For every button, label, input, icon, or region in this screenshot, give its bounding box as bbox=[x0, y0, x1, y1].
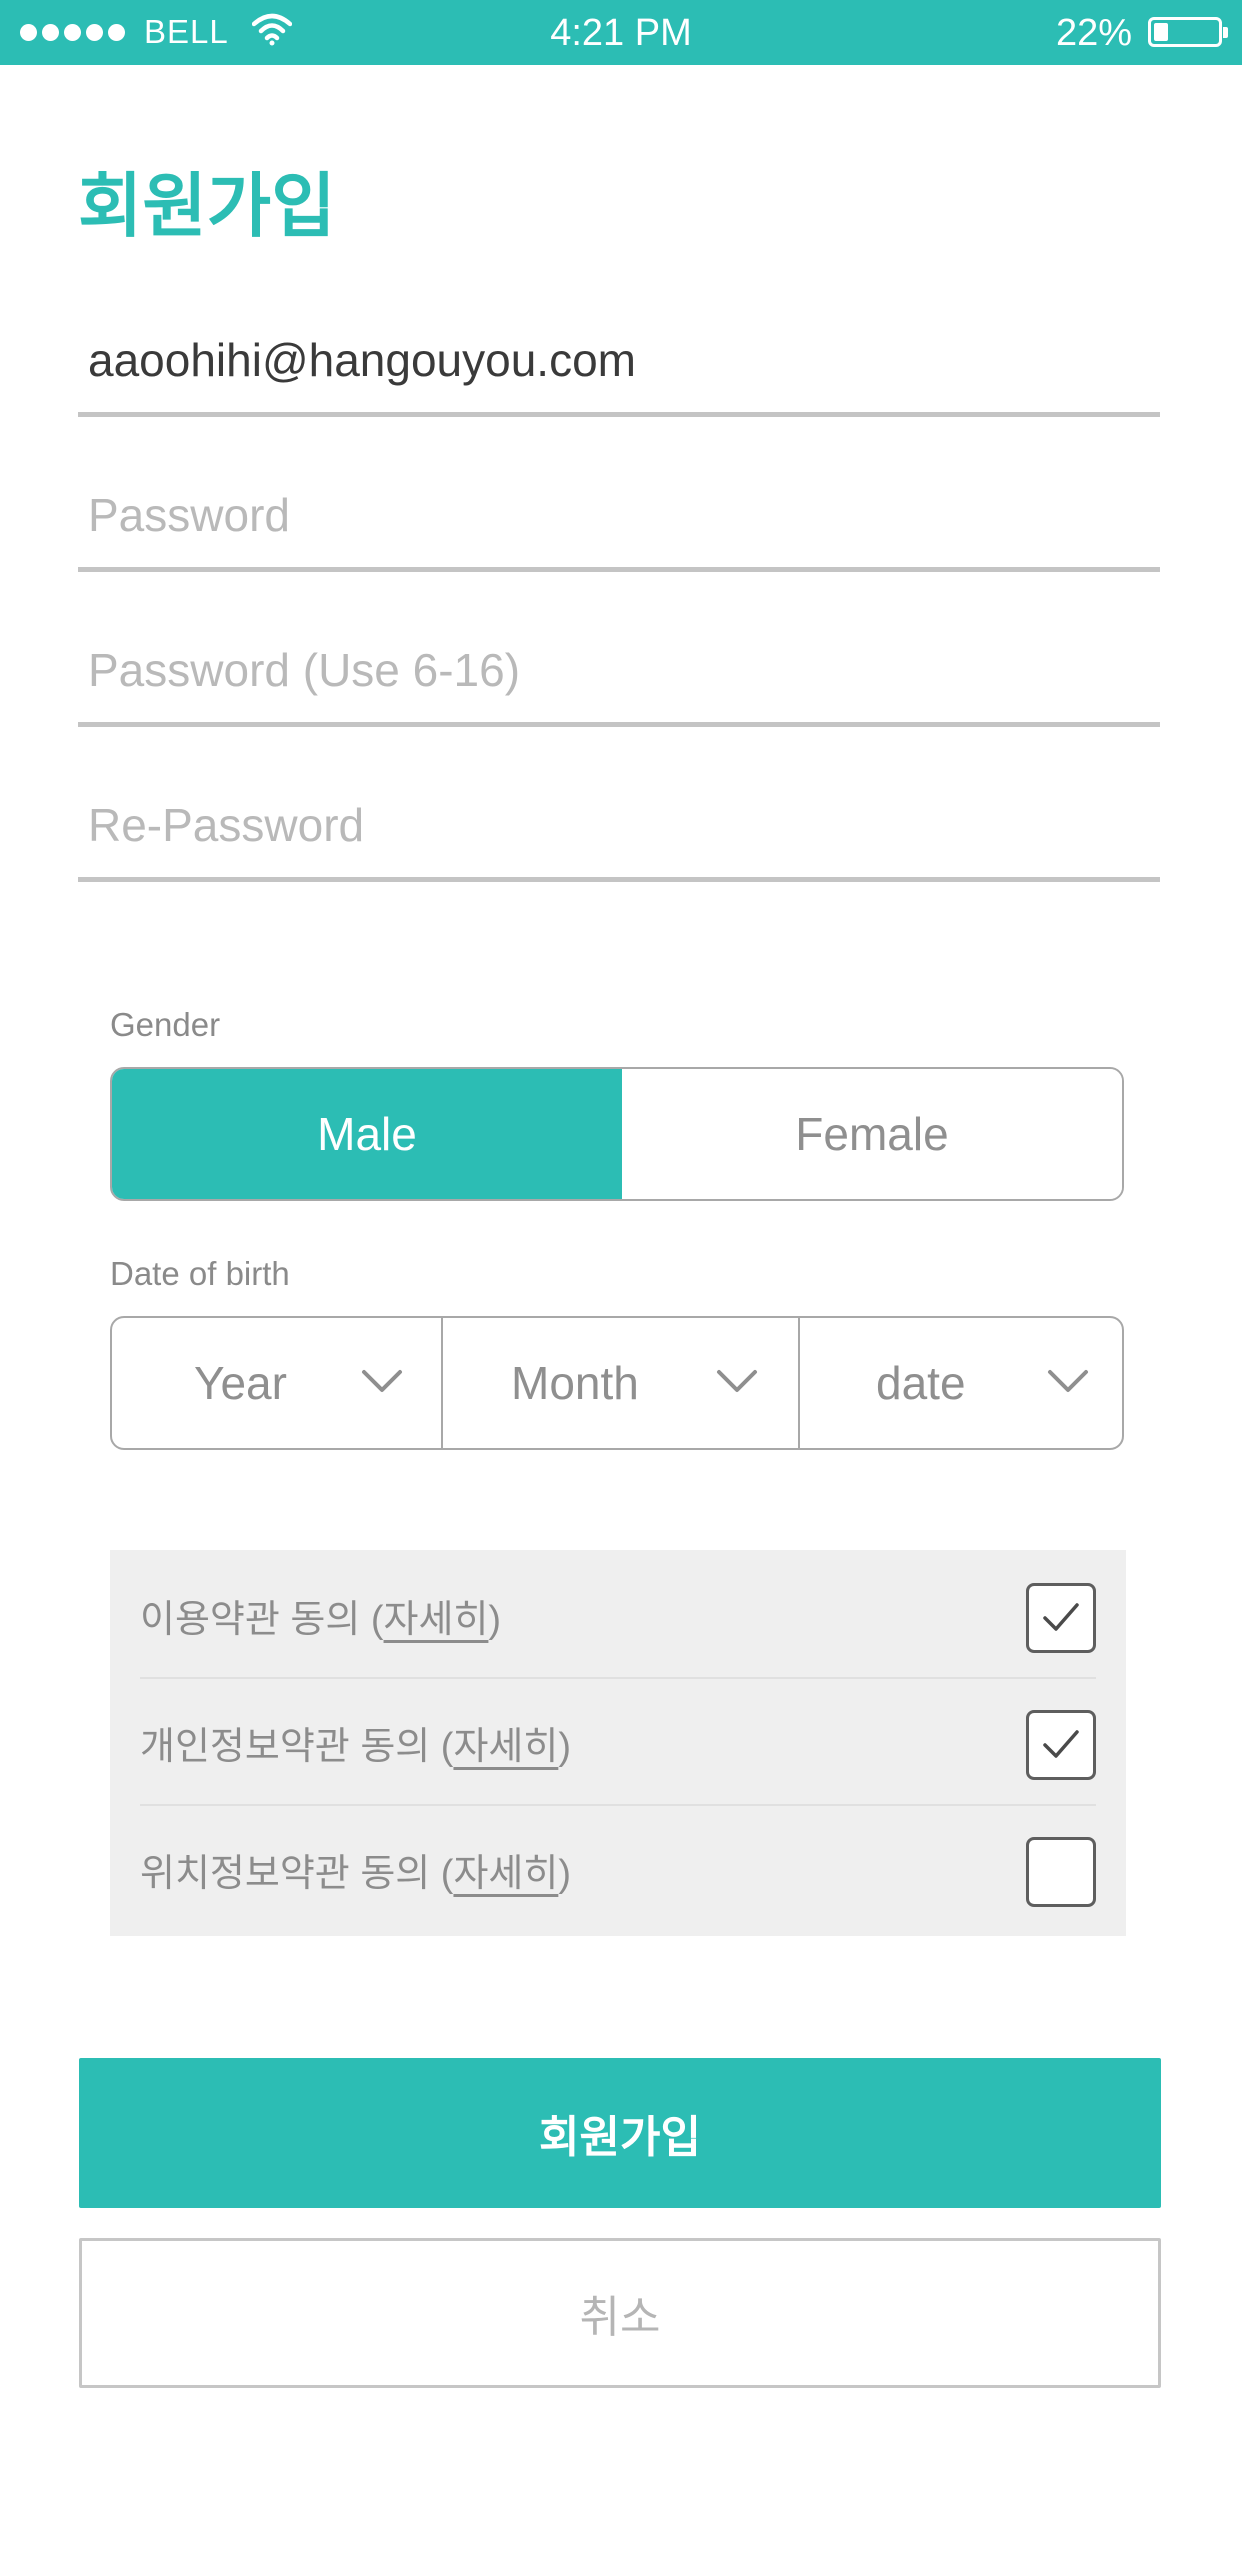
cancel-button[interactable]: 취소 bbox=[79, 2238, 1161, 2388]
battery-icon bbox=[1148, 17, 1228, 47]
chevron-down-icon bbox=[1048, 1370, 1088, 1392]
term-checkbox-privacy[interactable] bbox=[1026, 1710, 1096, 1780]
term-details-link[interactable]: 자세히 bbox=[453, 1726, 558, 1768]
gender-female-button[interactable]: Female bbox=[622, 1069, 1122, 1199]
date-dropdown[interactable]: date bbox=[798, 1318, 1122, 1448]
term-label-location: 위치정보약관 동의 (자세히) bbox=[140, 1853, 571, 1895]
year-dropdown-label: Year bbox=[194, 1357, 287, 1409]
re-password-field-wrapper bbox=[78, 772, 1160, 882]
chevron-down-icon bbox=[362, 1370, 402, 1392]
term-details-link[interactable]: 자세히 bbox=[453, 1853, 558, 1895]
password-field[interactable] bbox=[88, 485, 1148, 545]
email-field[interactable] bbox=[88, 330, 1148, 390]
term-label-privacy: 개인정보약관 동의 (자세히) bbox=[140, 1726, 571, 1768]
date-dropdown-label: date bbox=[876, 1357, 966, 1409]
term-checkbox-usage[interactable] bbox=[1026, 1583, 1096, 1653]
term-label-usage: 이용약관 동의 (자세히) bbox=[140, 1599, 502, 1641]
month-dropdown[interactable]: Month bbox=[441, 1318, 798, 1448]
gender-male-button[interactable]: Male bbox=[112, 1069, 622, 1199]
dob-selector: Year Month date bbox=[110, 1316, 1124, 1450]
email-field-wrapper bbox=[78, 307, 1160, 417]
signup-submit-button[interactable]: 회원가입 bbox=[79, 2058, 1161, 2208]
year-dropdown[interactable]: Year bbox=[112, 1318, 441, 1448]
re-password-field[interactable] bbox=[88, 795, 1148, 855]
battery-percentage: 22% bbox=[1055, 12, 1132, 54]
terms-panel: 이용약관 동의 (자세히) 개인정보약관 동의 (자세히) 위치정보약관 동의 … bbox=[110, 1550, 1126, 1936]
term-row-location: 위치정보약관 동의 (자세히) bbox=[140, 1804, 1096, 1931]
term-row-privacy: 개인정보약관 동의 (자세히) bbox=[140, 1677, 1096, 1806]
checkmark-icon bbox=[1043, 1603, 1079, 1631]
page-title: 회원가입 bbox=[78, 167, 336, 245]
term-checkbox-location[interactable] bbox=[1026, 1837, 1096, 1907]
status-bar: BELL 4:21 PM 22% bbox=[0, 0, 1242, 65]
gender-label: Gender bbox=[110, 1006, 221, 1043]
password-field-wrapper bbox=[78, 462, 1160, 572]
dob-label: Date of birth bbox=[110, 1255, 290, 1292]
term-details-link[interactable]: 자세히 bbox=[384, 1599, 489, 1641]
password-rule-field-wrapper bbox=[78, 617, 1160, 727]
checkmark-icon bbox=[1043, 1730, 1079, 1758]
term-row-usage: 이용약관 동의 (자세히) bbox=[140, 1550, 1096, 1679]
month-dropdown-label: Month bbox=[511, 1357, 639, 1409]
gender-segmented-control: Male Female bbox=[110, 1067, 1124, 1201]
password-rule-field[interactable] bbox=[88, 640, 1148, 700]
chevron-down-icon bbox=[717, 1370, 757, 1392]
